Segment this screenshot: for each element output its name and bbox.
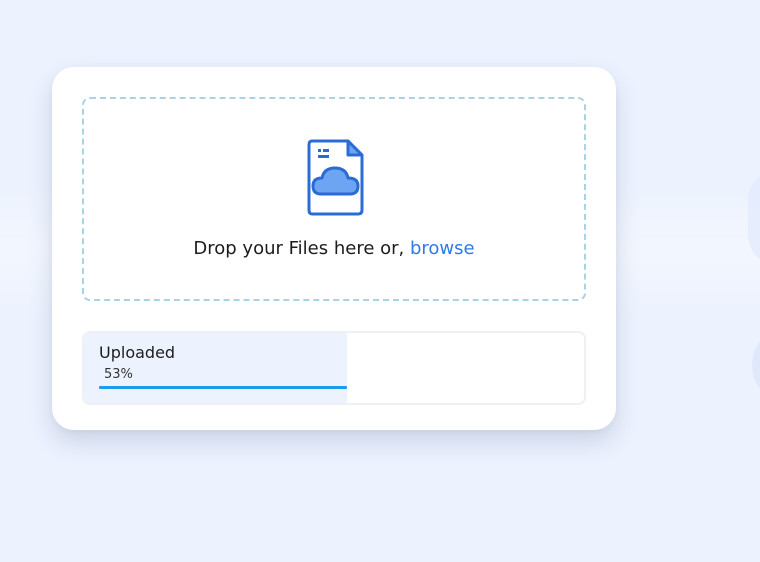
background-shape — [752, 325, 760, 405]
dropzone-prompt: Drop your Files here or, browse — [84, 238, 584, 259]
file-cloud-icon — [307, 139, 364, 216]
dropzone-prompt-text: Drop your Files here or, — [193, 238, 410, 259]
upload-percent: 53% — [104, 367, 133, 382]
upload-progress-bar — [99, 386, 347, 389]
page: Drop your Files here or, browse Uploaded… — [0, 0, 760, 562]
upload-progress-item: Uploaded 53% — [82, 331, 586, 405]
upload-status-label: Uploaded — [99, 343, 176, 362]
browse-link[interactable]: browse — [410, 238, 475, 259]
file-dropzone[interactable]: Drop your Files here or, browse — [82, 97, 586, 301]
upload-card: Drop your Files here or, browse Uploaded… — [52, 67, 616, 430]
